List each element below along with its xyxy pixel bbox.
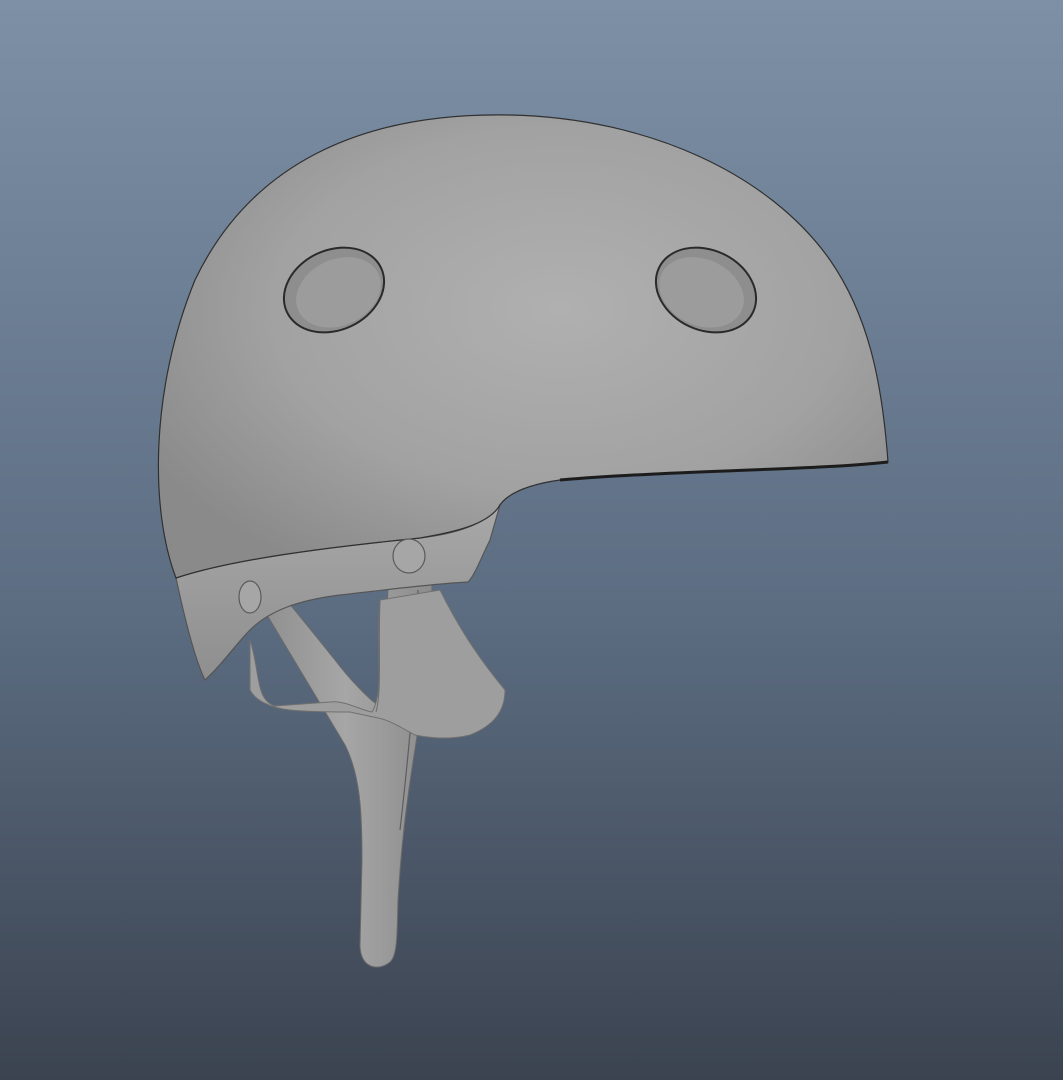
- rivet-front: [392, 538, 426, 574]
- 3d-viewport[interactable]: [0, 0, 1063, 1080]
- rivet-back: [238, 580, 262, 614]
- viewport-canvas[interactable]: [0, 0, 1063, 1080]
